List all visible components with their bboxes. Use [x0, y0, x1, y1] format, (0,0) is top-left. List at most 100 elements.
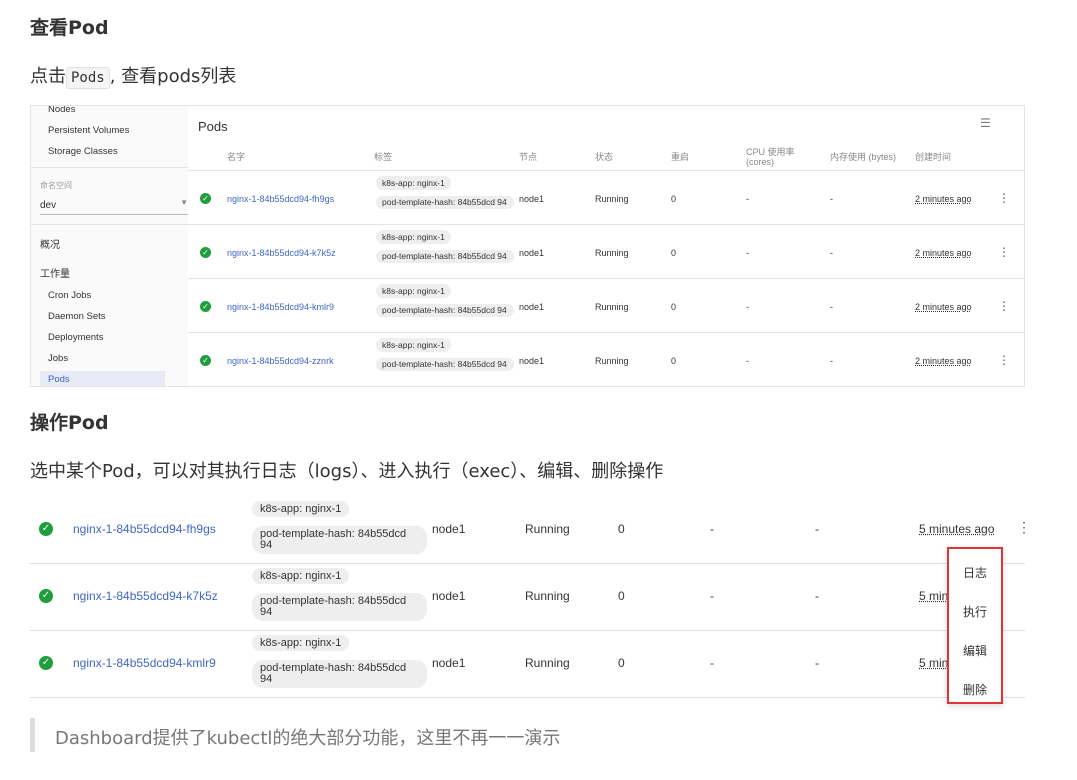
- sidebar-item-daemon-sets[interactable]: Daemon Sets: [48, 311, 106, 322]
- table-row[interactable]: ✓ nginx-1-84b55dcd94-k7k5z k8s-app: ngin…: [30, 564, 1025, 631]
- pod-name-link[interactable]: nginx-1-84b55dcd94-fh9gs: [73, 522, 216, 536]
- intro-paragraph: 点击 Pods, 查看pods列表: [30, 62, 237, 89]
- sidebar-item-persistent-volumes[interactable]: Persistent Volumes: [48, 125, 129, 136]
- menu-item-edit[interactable]: 编辑: [963, 642, 987, 659]
- intro-text-after: , 查看pods列表: [109, 66, 237, 87]
- operate-paragraph: 选中某个Pod，可以对其执行日志（logs）、进入执行（exec）、编辑、删除操…: [30, 461, 664, 482]
- check-circle-icon: ✓: [39, 589, 53, 603]
- node-cell: node1: [519, 302, 545, 312]
- restarts-cell: 0: [671, 248, 677, 258]
- restarts-cell: 0: [671, 194, 677, 204]
- sidebar-item-workloads[interactable]: 工作量: [40, 265, 70, 280]
- column-header-status[interactable]: 状态: [595, 152, 613, 162]
- sidebar-divider: [31, 167, 199, 168]
- check-circle-icon: ✓: [200, 355, 211, 366]
- column-header-memory: 内存使用 (bytes): [830, 152, 897, 162]
- pod-name-link[interactable]: nginx-1-84b55dcd94-k7k5z: [73, 589, 218, 603]
- namespace-caption: 命名空间: [40, 181, 72, 190]
- table-row[interactable]: ✓ nginx-1-84b55dcd94-kmlr9 k8s-app: ngin…: [30, 631, 1025, 698]
- menu-item-exec[interactable]: 执行: [963, 603, 987, 620]
- column-header-node[interactable]: 节点: [519, 152, 537, 162]
- pod-name-link[interactable]: nginx-1-84b55dcd94-zznrk: [227, 356, 334, 366]
- column-header-restarts[interactable]: 重启: [671, 152, 689, 162]
- namespace-select[interactable]: dev ▼: [40, 198, 190, 215]
- check-circle-icon: ✓: [200, 301, 211, 312]
- label-chip: pod-template-hash: 84b55dcd 94: [252, 526, 427, 554]
- sidebar-item-deployments[interactable]: Deployments: [48, 332, 103, 343]
- restarts-cell: 0: [618, 656, 625, 670]
- pod-name-link[interactable]: nginx-1-84b55dcd94-kmlr9: [227, 302, 334, 312]
- more-vert-icon[interactable]: ⋮: [998, 353, 1010, 367]
- column-header-labels: 标签: [374, 152, 393, 162]
- status-cell: Running: [595, 194, 629, 204]
- memory-cell: -: [830, 356, 833, 366]
- node-cell: node1: [519, 194, 545, 204]
- label-chip: k8s-app: nginx-1: [252, 568, 350, 584]
- sidebar-item-storage-classes[interactable]: Storage Classes: [48, 146, 118, 157]
- cpu-cell: -: [746, 248, 749, 258]
- sidebar-item-cron-jobs[interactable]: Cron Jobs: [48, 290, 91, 301]
- status-cell: Running: [595, 302, 629, 312]
- age-cell: 2 minutes ago: [915, 194, 972, 204]
- more-vert-icon[interactable]: ⋮: [998, 245, 1010, 259]
- label-chip: k8s-app: nginx-1: [376, 230, 451, 244]
- column-header-cpu-line2: (cores): [746, 157, 775, 167]
- table-row[interactable]: ✓ nginx-1-84b55dcd94-k7k5z k8s-app: ngin…: [188, 225, 1024, 279]
- sidebar-item-nodes[interactable]: Nodes: [48, 106, 75, 115]
- cpu-cell: -: [710, 656, 714, 670]
- collapse-icon[interactable]: ▲: [1023, 119, 1024, 129]
- restarts-cell: 0: [618, 589, 625, 603]
- blockquote: Dashboard提供了kubectl的绝大部分功能，这里不再一一演示: [30, 718, 1025, 752]
- pod-name-link[interactable]: nginx-1-84b55dcd94-k7k5z: [227, 248, 336, 258]
- pod-name-link[interactable]: nginx-1-84b55dcd94-fh9gs: [227, 194, 334, 204]
- pods-panel-title: Pods: [198, 119, 228, 134]
- restarts-cell: 0: [671, 356, 677, 366]
- check-circle-icon: ✓: [200, 247, 211, 258]
- node-cell: node1: [519, 356, 545, 366]
- filter-icon[interactable]: ☰: [980, 116, 991, 130]
- pod-actions-screenshot: ✓ nginx-1-84b55dcd94-fh9gs k8s-app: ngin…: [30, 497, 1025, 702]
- column-header-created[interactable]: 创建时间: [915, 152, 951, 162]
- table-row[interactable]: ✓ nginx-1-84b55dcd94-fh9gs k8s-app: ngin…: [188, 171, 1024, 225]
- label-chip: k8s-app: nginx-1: [376, 284, 451, 298]
- sidebar-item-overview[interactable]: 概况: [40, 236, 60, 251]
- label-chip: k8s-app: nginx-1: [376, 338, 451, 352]
- memory-cell: -: [815, 589, 819, 603]
- status-cell: Running: [525, 589, 570, 603]
- age-cell: 5 minutes ago: [919, 522, 995, 536]
- section-heading-view-pod: 查看Pod: [30, 17, 109, 39]
- chevron-down-icon: ▼: [180, 198, 188, 207]
- cpu-cell: -: [746, 356, 749, 366]
- restarts-cell: 0: [671, 302, 677, 312]
- label-chip: pod-template-hash: 84b55dcd 94: [252, 660, 427, 688]
- node-cell: node1: [519, 248, 545, 258]
- label-chip: k8s-app: nginx-1: [376, 176, 451, 190]
- table-row[interactable]: ✓ nginx-1-84b55dcd94-kmlr9 k8s-app: ngin…: [188, 279, 1024, 333]
- intro-text: 点击: [30, 66, 66, 87]
- status-cell: Running: [525, 656, 570, 670]
- check-circle-icon: ✓: [200, 193, 211, 204]
- table-row[interactable]: ✓ nginx-1-84b55dcd94-zznrk k8s-app: ngin…: [188, 333, 1024, 386]
- column-header-cpu: CPU 使用率 (cores): [746, 147, 795, 167]
- age-cell: 2 minutes ago: [915, 356, 972, 366]
- check-circle-icon: ✓: [39, 522, 53, 536]
- sidebar-item-pods[interactable]: Pods: [48, 374, 70, 385]
- table-row[interactable]: ✓ nginx-1-84b55dcd94-fh9gs k8s-app: ngin…: [30, 497, 1025, 564]
- menu-item-logs[interactable]: 日志: [963, 564, 987, 581]
- restarts-cell: 0: [618, 522, 625, 536]
- memory-cell: -: [830, 248, 833, 258]
- sidebar-item-jobs[interactable]: Jobs: [48, 353, 68, 364]
- pod-name-link[interactable]: nginx-1-84b55dcd94-kmlr9: [73, 656, 216, 670]
- status-cell: Running: [595, 248, 629, 258]
- age-cell: 5 min: [919, 589, 949, 603]
- more-vert-icon[interactable]: ⋮: [998, 299, 1010, 313]
- cpu-cell: -: [710, 589, 714, 603]
- column-header-name[interactable]: 名字: [227, 152, 245, 162]
- more-vert-icon[interactable]: ⋮: [998, 191, 1010, 205]
- label-chip: k8s-app: nginx-1: [252, 635, 350, 651]
- cpu-cell: -: [746, 302, 749, 312]
- node-cell: node1: [432, 522, 466, 536]
- menu-item-delete[interactable]: 删除: [963, 681, 987, 698]
- label-chip: pod-template-hash: 84b55dcd 94: [376, 196, 514, 209]
- more-vert-icon[interactable]: ⋮: [1017, 519, 1025, 536]
